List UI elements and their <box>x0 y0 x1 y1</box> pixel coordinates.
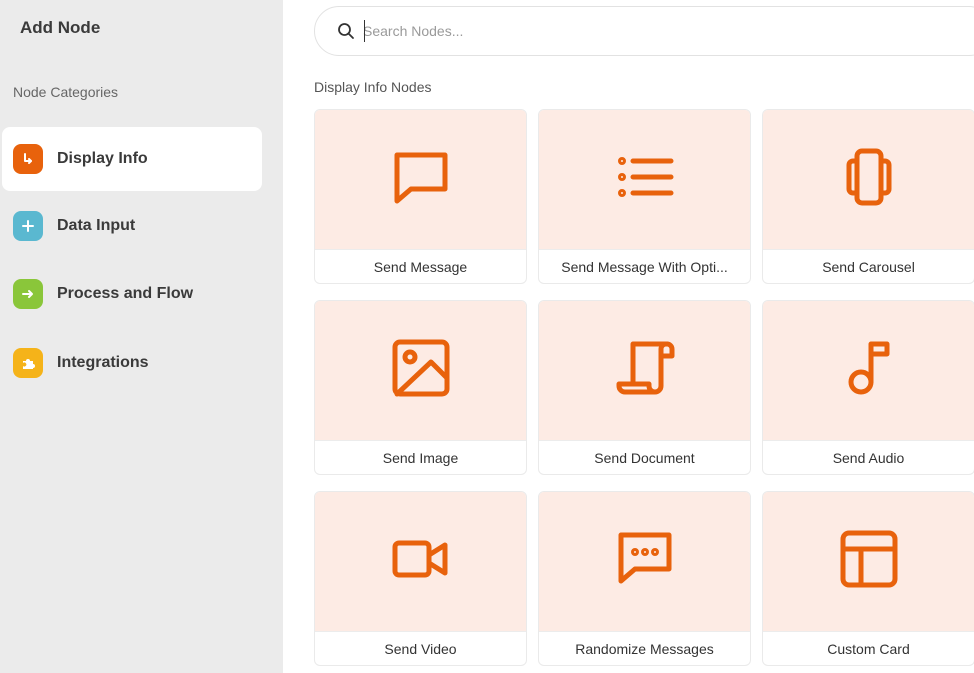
node-label: Send Audio <box>763 440 974 474</box>
section-title: Display Info Nodes <box>314 79 432 95</box>
categories-heading: Node Categories <box>13 84 119 100</box>
list-icon <box>613 145 677 214</box>
text-caret <box>364 20 365 42</box>
node-thumbnail <box>315 301 526 440</box>
scroll-document-icon <box>613 336 677 405</box>
node-label: Send Document <box>539 440 750 474</box>
node-label: Send Carousel <box>763 249 974 283</box>
node-label: Custom Card <box>763 631 974 665</box>
message-square-icon <box>389 145 453 214</box>
node-thumbnail <box>763 301 974 440</box>
image-icon <box>389 336 453 405</box>
category-label: Data Input <box>57 217 136 234</box>
node-label: Send Message <box>315 249 526 283</box>
node-thumbnail <box>315 492 526 631</box>
category-label: Display Info <box>57 150 148 167</box>
node-thumbnail <box>315 110 526 249</box>
message-dots-icon <box>613 527 677 596</box>
node-thumbnail <box>763 110 974 249</box>
node-card-send-message-with-options[interactable]: Send Message With Opti... <box>538 109 751 284</box>
node-thumbnail <box>539 492 750 631</box>
node-card-custom-card[interactable]: Custom Card <box>762 491 974 666</box>
puzzle-icon <box>13 348 43 378</box>
search-icon <box>337 22 355 40</box>
category-label: Integrations <box>57 354 149 371</box>
carousel-icon <box>837 145 901 214</box>
node-thumbnail <box>539 301 750 440</box>
node-card-send-message[interactable]: Send Message <box>314 109 527 284</box>
node-label: Send Message With Opti... <box>539 249 750 283</box>
node-card-send-image[interactable]: Send Image <box>314 300 527 475</box>
search-bar[interactable] <box>314 6 974 56</box>
sidebar: Add Node Node Categories Display Info Da… <box>0 0 283 673</box>
arrow-right-icon <box>13 279 43 309</box>
node-label: Send Image <box>315 440 526 474</box>
search-input[interactable] <box>363 23 863 39</box>
panel-title: Add Node <box>20 18 101 37</box>
node-card-send-document[interactable]: Send Document <box>538 300 751 475</box>
plus-icon <box>13 211 43 241</box>
category-display-info[interactable]: Display Info <box>2 127 262 191</box>
category-integrations[interactable]: Integrations <box>2 331 262 395</box>
video-camera-icon <box>389 527 453 596</box>
node-thumbnail <box>763 492 974 631</box>
music-note-icon <box>837 336 901 405</box>
node-label: Send Video <box>315 631 526 665</box>
node-card-randomize-messages[interactable]: Randomize Messages <box>538 491 751 666</box>
category-data-input[interactable]: Data Input <box>2 194 262 258</box>
display-info-icon <box>13 144 43 174</box>
node-card-send-video[interactable]: Send Video <box>314 491 527 666</box>
layout-card-icon <box>837 527 901 596</box>
node-card-send-carousel[interactable]: Send Carousel <box>762 109 974 284</box>
node-thumbnail <box>539 110 750 249</box>
node-label: Randomize Messages <box>539 631 750 665</box>
category-label: Process and Flow <box>57 285 194 302</box>
category-process-and-flow[interactable]: Process and Flow <box>2 262 262 326</box>
node-card-send-audio[interactable]: Send Audio <box>762 300 974 475</box>
